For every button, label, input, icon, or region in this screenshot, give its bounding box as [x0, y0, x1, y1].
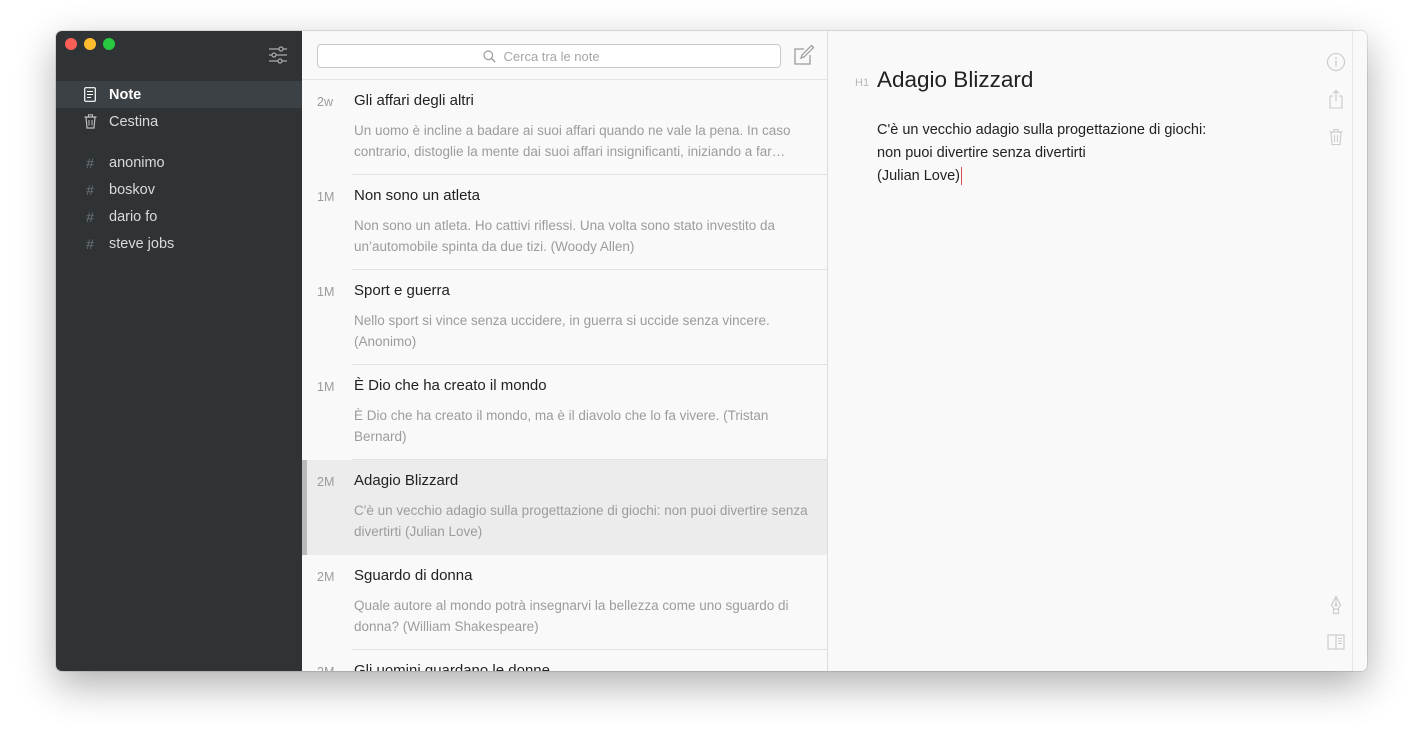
sidebar-item-label: Cestina [109, 113, 159, 130]
note-title: Sguardo di donna [354, 567, 473, 584]
sidebar-tag-label: steve jobs [109, 235, 175, 252]
note-age: 2M [317, 665, 347, 671]
close-window-button[interactable] [65, 38, 77, 50]
sidebar-tag-label: anonimo [109, 154, 165, 171]
editor-title[interactable]: Adagio Blizzard [877, 67, 1033, 93]
sidebar-tag-label: dario fo [109, 208, 158, 225]
editor-toolbar [1321, 31, 1351, 671]
editor-line: C'è un vecchio adagio sulla progettazion… [877, 122, 1207, 138]
notes-list: 2w Gli affari degli altri Un uomo è incl… [302, 80, 827, 671]
note-item-selected[interactable]: 2M Adagio Blizzard C'è un vecchio adagio… [302, 460, 827, 555]
sidebar-tag-dario-fo[interactable]: # dario fo [56, 203, 302, 230]
app-window: Note Cestina # anonimo # boskov # dario … [56, 31, 1367, 671]
share-icon [1329, 89, 1343, 109]
editor-right-rail [1352, 31, 1367, 671]
sidebar-tag-steve-jobs[interactable]: # steve jobs [56, 230, 302, 257]
share-button[interactable] [1326, 89, 1346, 109]
editor-body[interactable]: C'è un vecchio adagio sulla progettazion… [877, 119, 1206, 188]
minimize-window-button[interactable] [84, 38, 96, 50]
compose-icon [794, 44, 815, 65]
sidebar-item-label: Note [109, 86, 142, 103]
pen-nib-icon [1330, 595, 1342, 615]
note-age: 1M [317, 285, 335, 299]
sidebar-tag-label: boskov [109, 181, 155, 198]
heading-marker: H1 [855, 77, 870, 89]
info-button[interactable] [1326, 52, 1346, 72]
editor-line: (Julian Love) [877, 168, 961, 184]
note-age: 1M [317, 380, 335, 394]
hashtag-icon: # [86, 208, 94, 225]
note-preview: Nello sport si vince senza uccidere, in … [354, 313, 770, 349]
note-title: Non sono un atleta [354, 187, 480, 204]
editor-panel[interactable]: H1 Adagio Blizzard C'è un vecchio adagio… [828, 31, 1367, 671]
sidebar-toggle-icon [1327, 634, 1345, 650]
sidebar: Note Cestina # anonimo # boskov # dario … [56, 31, 302, 671]
note-list-panel: 2w Gli affari degli altri Un uomo è incl… [302, 31, 828, 671]
note-age: 2M [317, 570, 335, 584]
note-preview: Non sono un atleta. Ho cattivi riflessi.… [354, 218, 775, 254]
editor-line-with-caret: (Julian Love) [877, 165, 1206, 188]
delete-note-button[interactable] [1326, 127, 1346, 147]
toggle-panel-button[interactable] [1326, 632, 1346, 652]
trash-icon [1329, 129, 1343, 146]
filter-settings-icon[interactable] [268, 46, 288, 64]
note-icon [83, 87, 97, 103]
trash-icon [83, 114, 97, 130]
note-item[interactable]: 2w Gli affari degli altri Un uomo è incl… [302, 80, 827, 175]
note-title: Adagio Blizzard [354, 472, 459, 489]
note-title: È Dio che ha creato il mondo [354, 377, 547, 394]
new-note-button[interactable] [792, 44, 816, 68]
note-title: Sport e guerra [354, 282, 450, 299]
pen-button[interactable] [1326, 595, 1346, 615]
note-preview: Un uomo è incline a badare ai suoi affar… [354, 123, 791, 159]
info-icon [1326, 52, 1346, 72]
note-title: Gli uomini guardano le donne [354, 662, 550, 671]
note-age: 2M [317, 475, 335, 489]
zoom-window-button[interactable] [103, 38, 115, 50]
search-input[interactable] [501, 47, 616, 65]
hashtag-icon: # [86, 235, 94, 252]
note-preview: Quale autore al mondo potrà insegnarvi l… [354, 598, 789, 634]
note-item[interactable]: 2M Gli uomini guardano le donne [302, 650, 827, 671]
sidebar-item-note[interactable]: Note [56, 81, 302, 108]
editor-line: non puoi divertire senza divertirti [877, 145, 1086, 161]
note-item[interactable]: 2M Sguardo di donna Quale autore al mond… [302, 555, 827, 650]
search-icon [482, 49, 496, 63]
sidebar-item-cestina[interactable]: Cestina [56, 108, 302, 135]
search-field[interactable] [317, 44, 781, 68]
note-item[interactable]: 1M Sport e guerra Nello sport si vince s… [302, 270, 827, 365]
note-item[interactable]: 1M Non sono un atleta Non sono un atleta… [302, 175, 827, 270]
note-age: 2w [317, 95, 333, 109]
note-age: 1M [317, 190, 335, 204]
note-preview: C'è un vecchio adagio sulla progettazion… [354, 503, 808, 539]
hashtag-icon: # [86, 154, 94, 171]
sidebar-list: Note Cestina # anonimo # boskov # dario … [56, 81, 302, 257]
window-controls [65, 38, 115, 50]
sidebar-tag-anonimo[interactable]: # anonimo [56, 149, 302, 176]
text-caret [961, 167, 963, 186]
note-item[interactable]: 1M È Dio che ha creato il mondo È Dio ch… [302, 365, 827, 460]
note-preview: È Dio che ha creato il mondo, ma è il di… [354, 408, 769, 444]
note-title: Gli affari degli altri [354, 92, 474, 109]
hashtag-icon: # [86, 181, 94, 198]
sidebar-tag-boskov[interactable]: # boskov [56, 176, 302, 203]
